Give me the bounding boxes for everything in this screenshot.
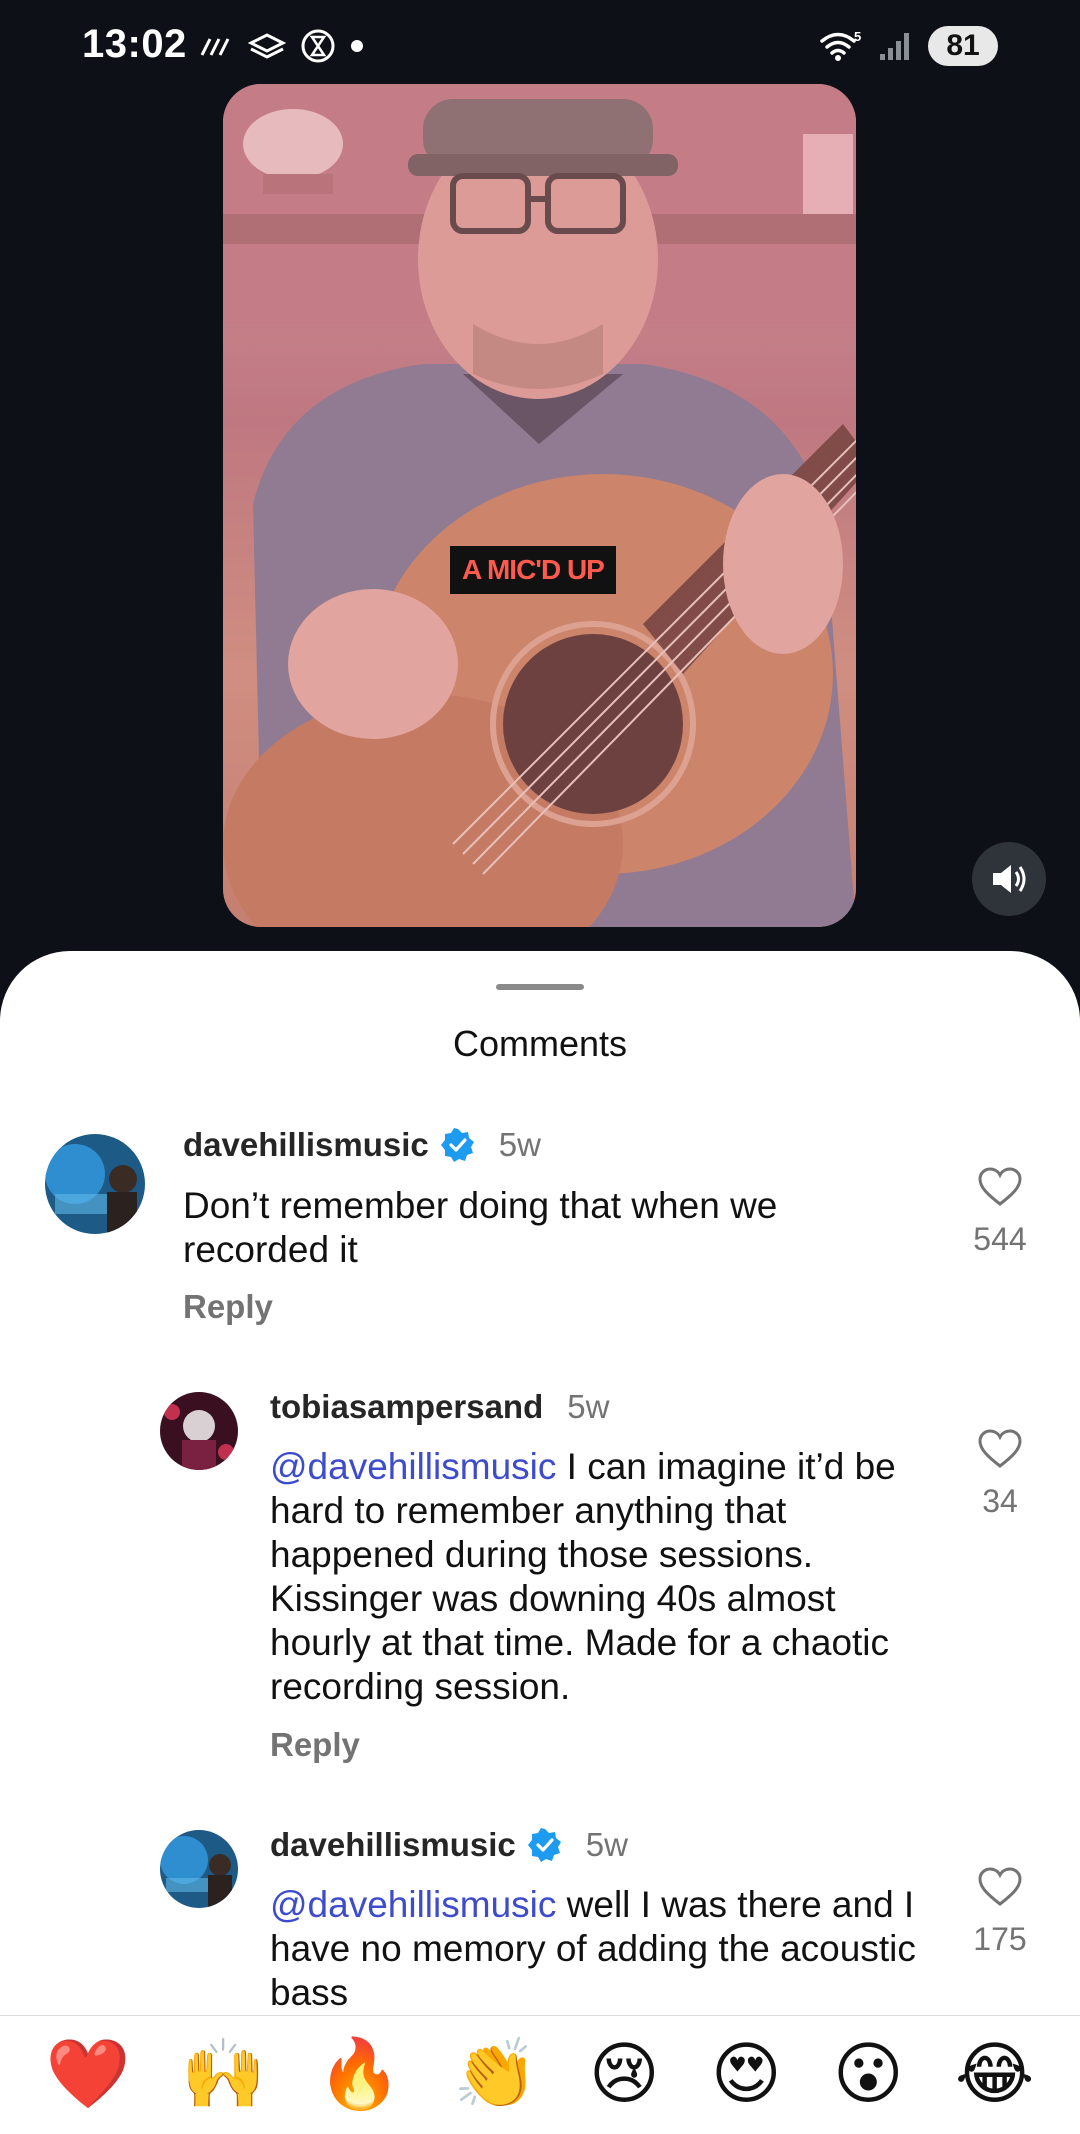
wifi-icon: 5: [820, 29, 861, 61]
comment-time: 5w: [498, 1126, 541, 1163]
comment-text: @davehillismusic well I was there and I …: [270, 1883, 930, 2015]
video-frame-illustration: [223, 84, 856, 927]
like-count: 34: [982, 1483, 1018, 1519]
signal-stripes-icon: [200, 38, 230, 56]
emoji-surprised-button[interactable]: 😮: [833, 2035, 904, 2115]
battery-indicator: 81: [928, 26, 998, 66]
emoji-clap-button[interactable]: 👏: [453, 2035, 538, 2115]
video-caption: A MIC'D UP: [450, 546, 616, 594]
like-control: 34: [950, 1428, 1050, 1520]
video-player[interactable]: A MIC'D UP: [223, 84, 856, 927]
mention-link[interactable]: @davehillismusic: [270, 1446, 556, 1487]
drag-handle[interactable]: [496, 984, 584, 990]
avatar[interactable]: [45, 1134, 145, 1234]
heart-icon[interactable]: [977, 1166, 1023, 1208]
verified-badge-icon: [440, 1128, 474, 1162]
emoji-reaction-bar: ❤️ 🙌 🔥 👏 😢 😍 😮 😂: [0, 2015, 1080, 2134]
status-bar: 13:02 5 81: [0, 0, 1080, 90]
comments-sheet: Comments davehillismusic 5w Don’t rememb…: [0, 951, 1080, 2134]
cell-signal-icon: [880, 33, 909, 60]
like-control: 544: [950, 1166, 1050, 1258]
reply-button[interactable]: Reply: [183, 1288, 273, 1326]
comment-text: Don’t remember doing that when we record…: [183, 1185, 778, 1270]
speaker-icon: [993, 865, 1026, 893]
svg-text:5: 5: [854, 29, 861, 44]
status-time: 13:02: [82, 22, 187, 66]
avatar[interactable]: [160, 1392, 238, 1470]
status-icons-left: [200, 28, 364, 64]
status-icons-right: 5 81: [818, 24, 998, 68]
emoji-heart-eyes-button[interactable]: 😍: [711, 2035, 782, 2115]
comment-text: @davehillismusic I can imagine it’d be h…: [270, 1445, 930, 1709]
like-count: 175: [973, 1921, 1027, 1957]
comment-username[interactable]: tobiasampersand: [270, 1388, 543, 1426]
comment-time: 5w: [585, 1826, 628, 1863]
like-control: 175: [950, 1866, 1050, 1958]
emoji-laughing-button[interactable]: 😂: [955, 2035, 1034, 2115]
avatar[interactable]: [160, 1830, 238, 1908]
emoji-raised-hands-button[interactable]: 🙌: [181, 2035, 266, 2115]
heart-icon[interactable]: [977, 1866, 1023, 1908]
mute-button[interactable]: [972, 842, 1046, 916]
mention-link[interactable]: @davehillismusic: [270, 1884, 556, 1925]
notification-dot-icon: [351, 40, 363, 52]
reply-button[interactable]: Reply: [270, 1726, 360, 1764]
comment-username[interactable]: davehillismusic: [183, 1126, 429, 1164]
verified-badge-icon: [527, 1828, 561, 1862]
emoji-crying-button[interactable]: 😢: [589, 2035, 660, 2115]
heart-icon[interactable]: [977, 1428, 1023, 1470]
emoji-heart-button[interactable]: ❤️: [46, 2035, 131, 2115]
like-count: 544: [973, 1221, 1027, 1257]
emoji-fire-button[interactable]: 🔥: [317, 2035, 402, 2115]
stack-icon: [248, 33, 286, 59]
sheet-title: Comments: [452, 1023, 628, 1064]
comment-username[interactable]: davehillismusic: [270, 1826, 516, 1864]
comment-time: 5w: [567, 1388, 610, 1425]
hourglass-icon: [301, 29, 335, 63]
